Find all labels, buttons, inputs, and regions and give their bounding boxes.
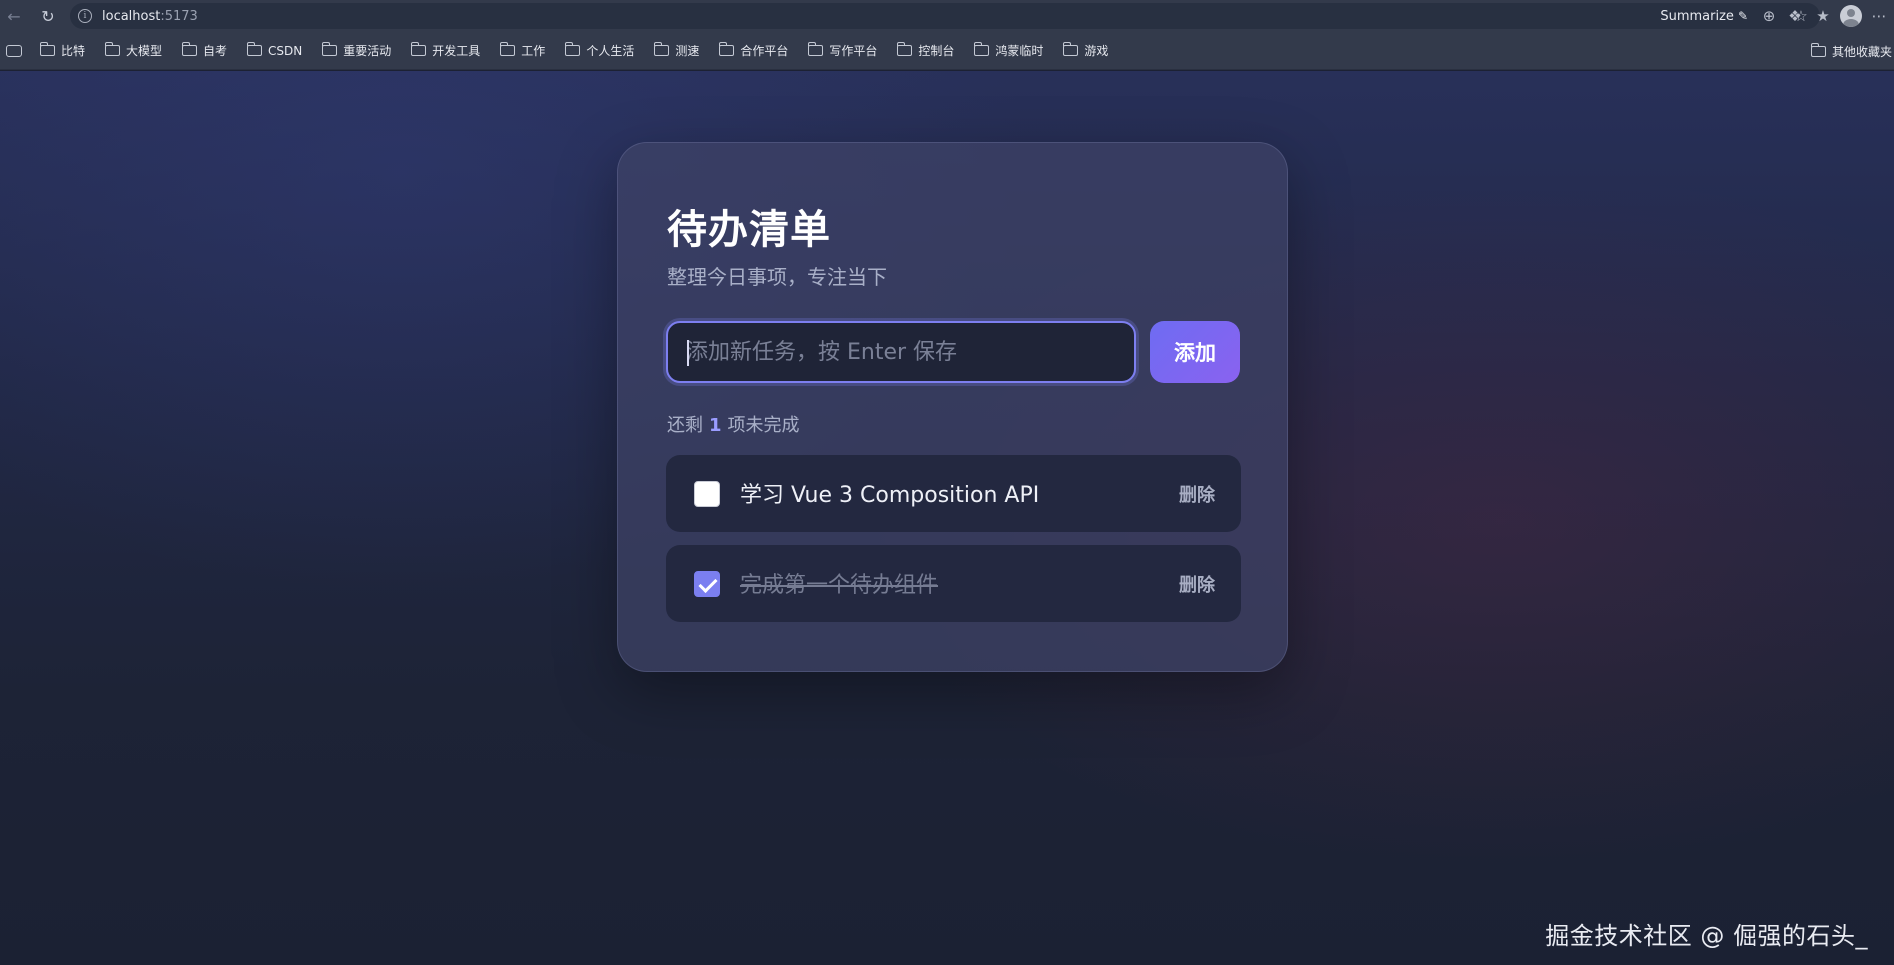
bookmark-label: 开发工具 xyxy=(432,44,481,58)
folder-icon xyxy=(565,42,581,56)
folder-icon xyxy=(1063,42,1079,56)
folder-icon xyxy=(321,42,338,56)
bookmark-item[interactable]: 重要活动 xyxy=(321,42,392,59)
folder-icon xyxy=(181,42,198,56)
zoom-icon[interactable]: ⊕ xyxy=(1758,5,1780,27)
bookmark-item[interactable]: 合作平台 xyxy=(719,42,788,59)
browser-actions: ❖ ★ ⋯ xyxy=(1784,0,1894,32)
remaining-suffix: 项未完成 xyxy=(727,415,800,436)
bookmark-label: 控制台 xyxy=(918,44,955,58)
todo-item: 学习 Vue 3 Composition API 删除 xyxy=(666,455,1241,532)
folder-icon xyxy=(246,42,263,56)
remaining-prefix: 还剩 xyxy=(667,415,703,436)
page-subtitle: 整理今日事项，专注当下 xyxy=(667,265,887,289)
other-bookmarks[interactable]: 其他收藏夹 xyxy=(1810,32,1894,70)
profile-avatar[interactable] xyxy=(1840,5,1862,27)
bookmark-label: 工作 xyxy=(521,44,546,58)
other-bookmarks-label: 其他收藏夹 xyxy=(1831,44,1892,59)
add-button[interactable]: 添加 xyxy=(1150,321,1240,383)
delete-button[interactable]: 删除 xyxy=(1179,571,1215,597)
more-icon[interactable]: ⋯ xyxy=(1868,5,1890,27)
apps-icon[interactable] xyxy=(6,44,22,57)
url-port: :5173 xyxy=(160,8,198,24)
folder-icon xyxy=(719,42,735,56)
bookmark-item[interactable]: 工作 xyxy=(499,42,546,59)
todo-text: 学习 Vue 3 Composition API xyxy=(740,483,1040,508)
bookmark-label: 写作平台 xyxy=(829,44,878,58)
bookmarks-bar: 比特 大模型 自考 CSDN 重要活动 开发工具 工作 个人生活 测速 合作平台… xyxy=(0,32,1894,70)
remaining-count: 1 xyxy=(709,415,722,436)
summarize-icon: ✎ xyxy=(1737,9,1748,23)
site-info-icon[interactable]: i xyxy=(78,9,92,23)
bookmark-item[interactable]: 写作平台 xyxy=(808,42,877,59)
folder-icon xyxy=(39,42,55,56)
todo-checkbox[interactable] xyxy=(694,481,720,507)
folder-icon xyxy=(974,42,990,56)
watermark: 掘金技术社区 @ 倔强的石头_ xyxy=(1545,922,1868,950)
folder-icon xyxy=(808,42,824,56)
favorites-icon[interactable]: ★ xyxy=(1812,5,1834,27)
bookmark-label: 合作平台 xyxy=(740,44,789,58)
bookmark-label: 个人生活 xyxy=(586,44,635,58)
todo-card: 待办清单 整理今日事项，专注当下 添加 还剩 1 项未完成 学习 Vue 3 C… xyxy=(617,142,1288,672)
todo-checkbox[interactable] xyxy=(694,571,720,597)
folder-icon xyxy=(499,42,516,56)
bookmark-label: 自考 xyxy=(203,44,228,58)
bookmark-item[interactable]: 游戏 xyxy=(1063,42,1108,59)
url-host: localhost xyxy=(102,8,161,24)
bookmark-label: 大模型 xyxy=(126,44,163,58)
bookmark-item[interactable]: 开发工具 xyxy=(410,42,481,59)
bookmark-item[interactable]: CSDN xyxy=(246,42,303,58)
folder-icon xyxy=(1810,42,1826,57)
folder-icon xyxy=(897,42,913,56)
bookmark-item[interactable]: 比特 xyxy=(39,42,86,59)
address-bar[interactable]: i localhost:5173 Summarize ✎ ⊕ ☆ xyxy=(70,3,1820,29)
bookmark-label: CSDN xyxy=(268,43,303,58)
task-input[interactable] xyxy=(668,323,1134,381)
bookmark-label: 比特 xyxy=(61,44,86,58)
todo-text: 完成第一个待办组件 xyxy=(740,573,939,598)
text-caret xyxy=(687,340,689,366)
page-title: 待办清单 xyxy=(667,207,831,253)
bookmark-item[interactable]: 控制台 xyxy=(897,42,954,59)
extensions-icon[interactable]: ❖ xyxy=(1784,5,1806,27)
folder-icon xyxy=(410,42,427,56)
bookmark-label: 测速 xyxy=(675,44,700,58)
bookmark-item[interactable]: 大模型 xyxy=(104,42,163,59)
bookmark-item[interactable]: 个人生活 xyxy=(565,42,634,59)
bookmark-label: 重要活动 xyxy=(343,44,392,58)
folder-icon xyxy=(654,42,670,56)
browser-toolbar: ← ↻ i localhost:5173 Summarize ✎ ⊕ ☆ ❖ ★… xyxy=(0,0,1894,32)
back-arrow-icon[interactable]: ← xyxy=(0,2,28,30)
bookmark-label: 游戏 xyxy=(1084,44,1109,58)
reload-icon[interactable]: ↻ xyxy=(34,2,62,30)
bookmark-item[interactable]: 测速 xyxy=(654,42,699,59)
page-background: 待办清单 整理今日事项，专注当下 添加 还剩 1 项未完成 学习 Vue 3 C… xyxy=(0,71,1894,965)
summarize-label: Summarize xyxy=(1660,8,1734,24)
summarize-button[interactable]: Summarize ✎ xyxy=(1660,9,1748,24)
todo-item: 完成第一个待办组件 删除 xyxy=(666,545,1241,622)
task-input-wrapper xyxy=(666,321,1136,383)
bookmark-item[interactable]: 鸿蒙临时 xyxy=(974,42,1043,59)
folder-icon xyxy=(104,42,121,56)
bookmark-label: 鸿蒙临时 xyxy=(995,44,1044,58)
remaining-counter: 还剩 1 项未完成 xyxy=(667,411,800,437)
delete-button[interactable]: 删除 xyxy=(1179,481,1215,507)
bookmark-item[interactable]: 自考 xyxy=(181,42,228,59)
